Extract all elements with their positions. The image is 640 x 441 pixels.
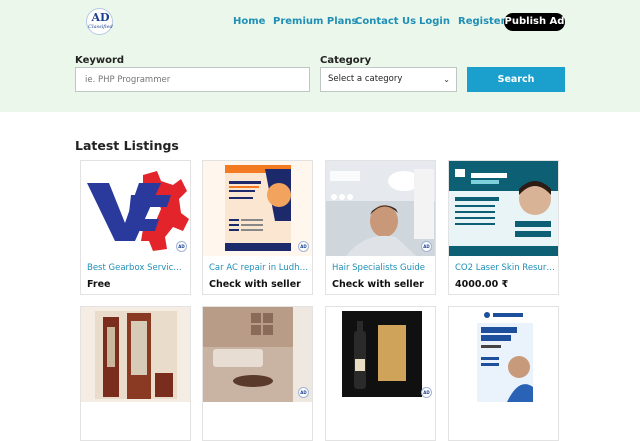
listing-image-wine-box[interactable]: AD <box>326 307 435 402</box>
watermark-logo: AD <box>176 241 187 252</box>
listing-card[interactable] <box>448 306 559 441</box>
listing-image-furniture[interactable] <box>81 307 190 402</box>
nav-contact-us[interactable]: Contact Us <box>355 16 416 27</box>
listing-image-co2-laser-flyer[interactable] <box>449 161 558 256</box>
nav-home[interactable]: Home <box>233 16 265 27</box>
latest-listings-title: Latest Listings <box>75 138 179 153</box>
listing-card[interactable]: AD <box>325 306 436 441</box>
category-select[interactable]: Select a category ⌄ <box>320 67 457 92</box>
listing-price: 4000.00 ₹ <box>455 279 509 290</box>
watermark-logo: AD <box>298 241 309 252</box>
keyword-input[interactable] <box>75 67 310 92</box>
watermark-logo: AD <box>421 241 432 252</box>
logo-text: AD <box>91 11 110 24</box>
listing-title[interactable]: Hair Specialists Guide <box>332 263 432 273</box>
listing-card[interactable]: AD Car AC repair in Ludhiana Check with … <box>202 160 313 295</box>
listing-card[interactable]: AD <box>202 306 313 441</box>
listing-price: Check with seller <box>209 279 301 290</box>
watermark-logo: AD <box>298 387 309 398</box>
listing-title[interactable]: Car AC repair in Ludhiana <box>209 263 309 273</box>
listing-image-class10-tuition-flyer[interactable] <box>449 307 558 402</box>
search-button[interactable]: Search <box>467 67 565 92</box>
watermark-logo: AD <box>421 387 432 398</box>
listing-image-hair-treatment[interactable]: AD <box>326 161 435 256</box>
publish-ad-button[interactable]: Publish Ad <box>504 13 565 31</box>
listing-image-gearbox-logo[interactable]: AD <box>81 161 190 256</box>
nav-premium-plans[interactable]: Premium Plans <box>273 16 358 27</box>
category-select-value: Select a category <box>328 74 403 84</box>
listing-title[interactable]: CO2 Laser Skin Resurfacing <box>455 263 555 273</box>
listing-card[interactable]: AD Hair Specialists Guide Check with sel… <box>325 160 436 295</box>
listing-image-living-room[interactable]: AD <box>203 307 312 402</box>
listing-title[interactable]: Best Gearbox Services in Ludhiana <box>87 263 187 273</box>
keyword-label: Keyword <box>75 55 125 66</box>
listing-card[interactable] <box>80 306 191 441</box>
listing-card[interactable]: AD Best Gearbox Services in Ludhiana Fre… <box>80 160 191 295</box>
listing-card[interactable]: CO2 Laser Skin Resurfacing 4000.00 ₹ <box>448 160 559 295</box>
listing-price: Check with seller <box>332 279 424 290</box>
nav-register[interactable]: Register <box>458 16 506 27</box>
chevron-down-icon: ⌄ <box>443 75 450 84</box>
listing-image-ac-repair-flyer[interactable]: AD <box>203 161 312 256</box>
listing-price: Free <box>87 279 111 290</box>
logo-subtitle: Classified <box>88 24 113 30</box>
site-logo[interactable]: AD Classified <box>86 8 113 35</box>
nav-login[interactable]: Login <box>419 16 450 27</box>
category-label: Category <box>320 55 372 66</box>
